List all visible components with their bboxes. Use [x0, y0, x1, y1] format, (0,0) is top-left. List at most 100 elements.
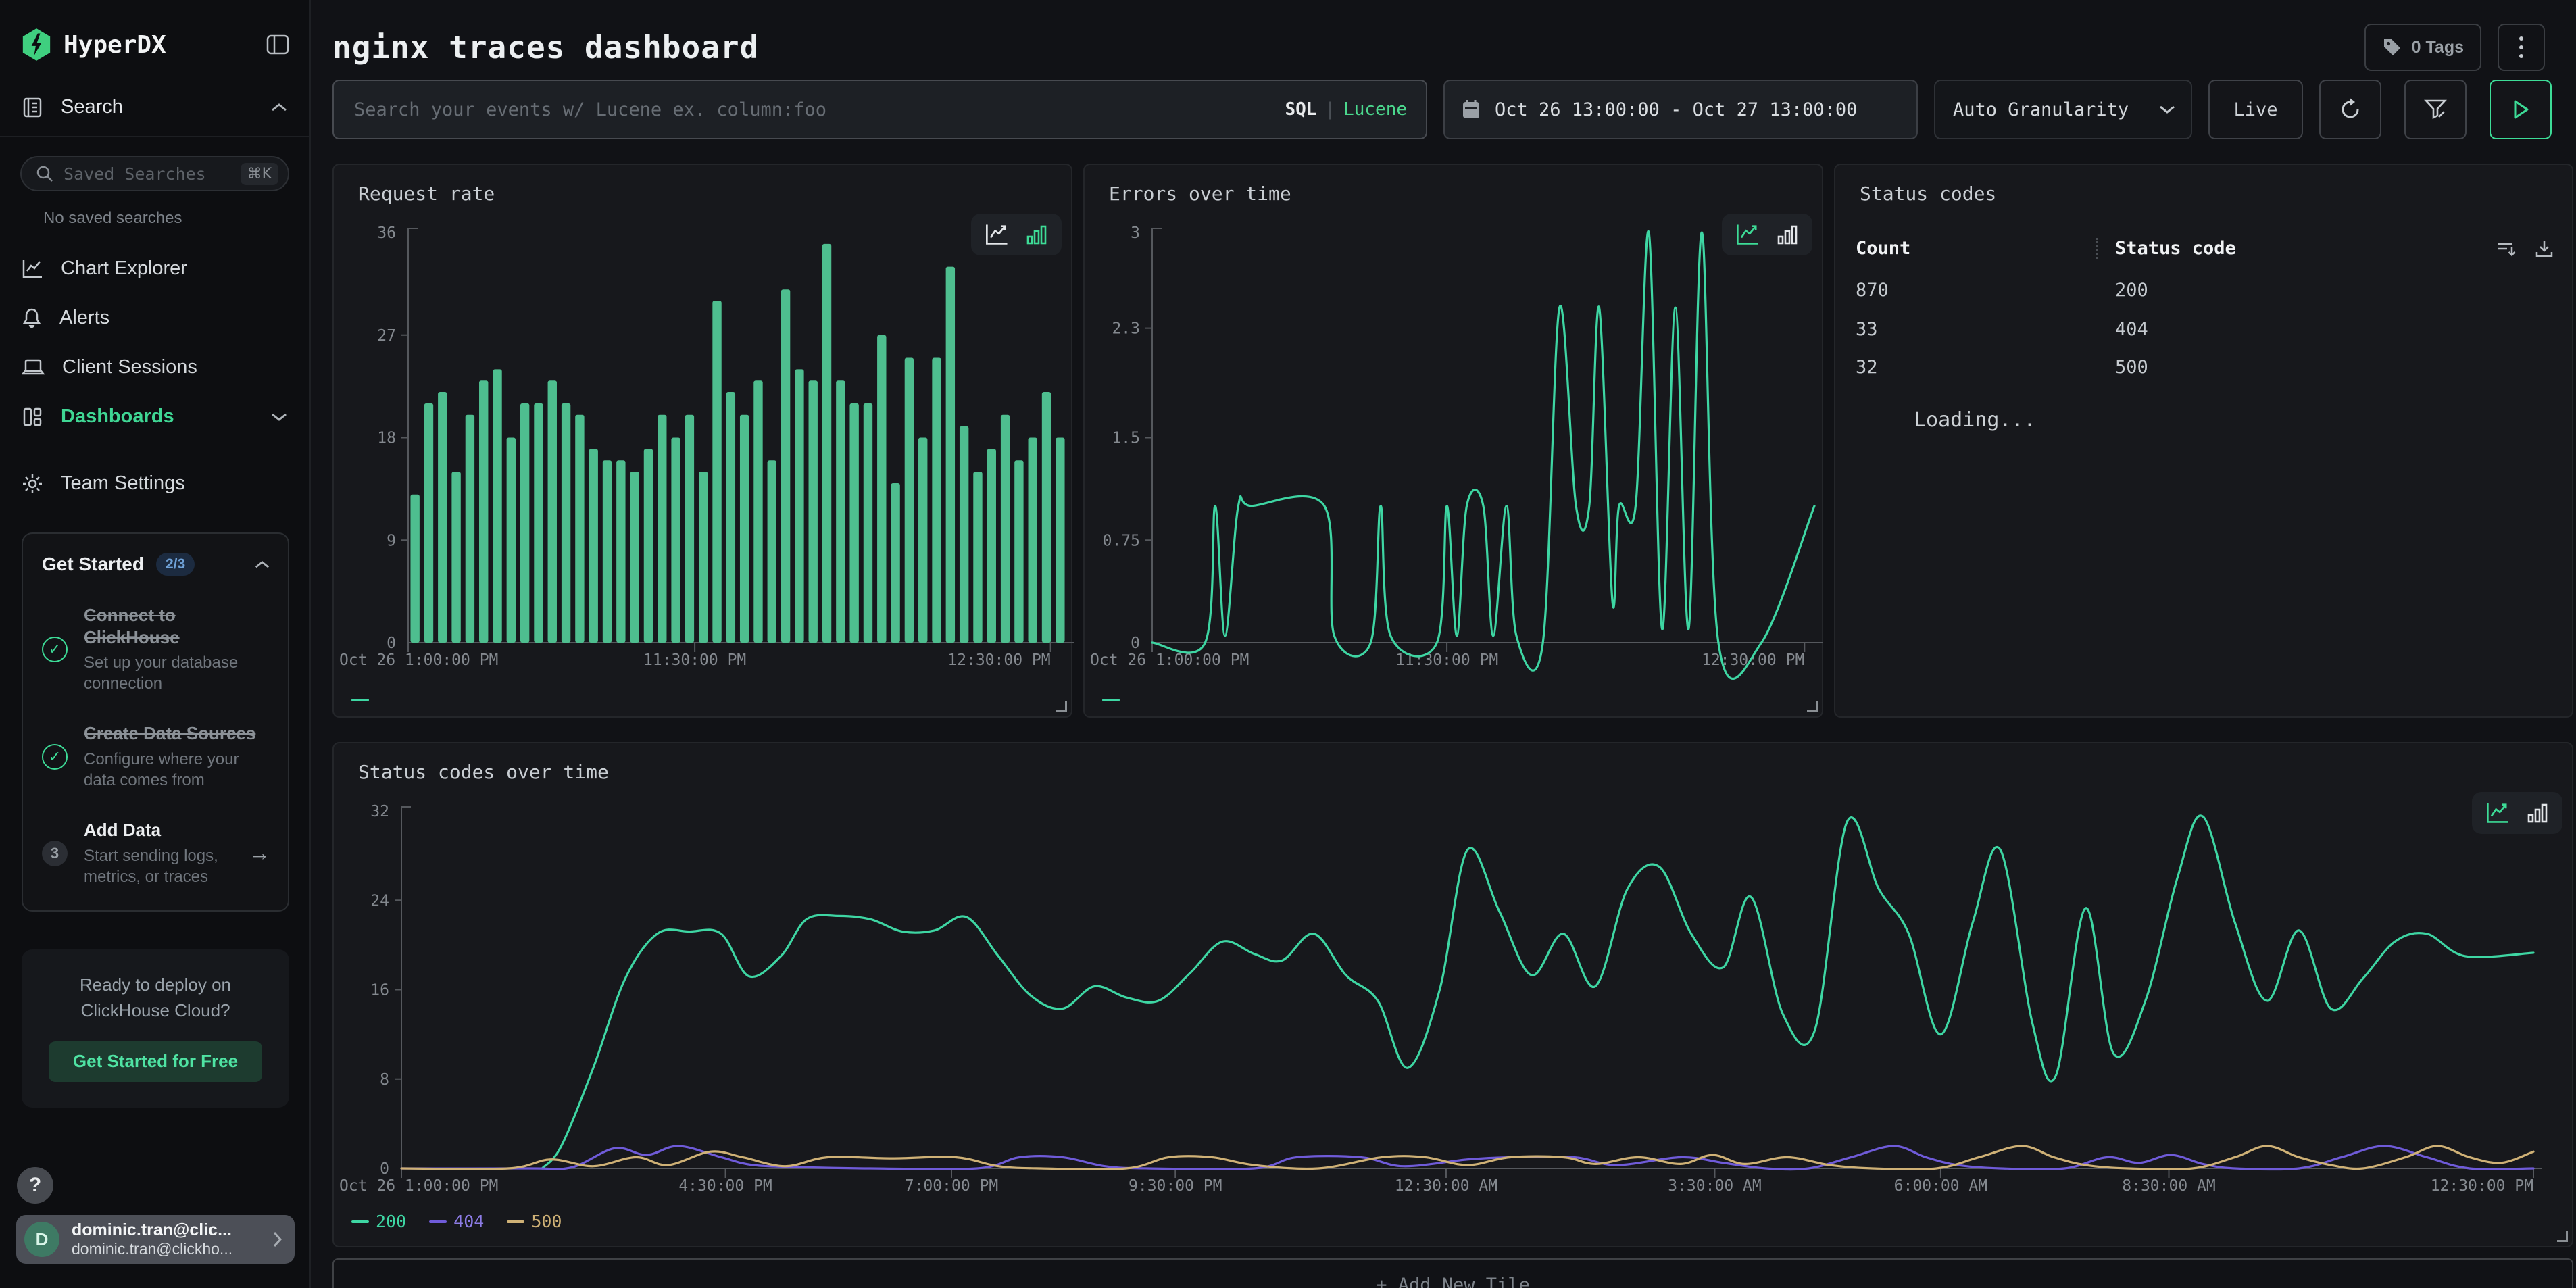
page-title: nginx traces dashboard — [332, 29, 759, 66]
step-add-data[interactable]: 3 Add Data Start sending logs, metrics, … — [42, 819, 270, 887]
sql-toggle[interactable]: SQL — [1285, 99, 1316, 120]
svg-text:16: 16 — [370, 982, 389, 999]
sidebar-item-team-settings[interactable]: Team Settings — [0, 459, 309, 508]
sidebar-item-alerts[interactable]: Alerts — [0, 293, 309, 343]
svg-text:3: 3 — [1131, 224, 1140, 242]
event-search-input[interactable]: Search your events w/ Lucene ex. column:… — [332, 80, 1427, 139]
saved-searches-input[interactable]: Saved Searches ⌘K — [20, 156, 289, 191]
status-codes-over-time-chart[interactable]: 08162432Oct 26 1:00:00 PM4:30:00 PM7:00:… — [334, 743, 2576, 1249]
sidebar-item-client-sessions[interactable]: Client Sessions — [0, 343, 309, 392]
app-root: HyperDX Search — [0, 0, 2576, 1288]
svg-text:2.3: 2.3 — [1112, 320, 1140, 338]
step-desc: Configure where your data comes from — [84, 749, 270, 791]
chart-type-toggle — [971, 214, 1062, 255]
cell-count: 32 — [1856, 357, 2096, 378]
granularity-select[interactable]: Auto Granularity — [1934, 80, 2192, 139]
sidebar-item-search[interactable]: Search — [0, 81, 309, 136]
shortcut-badge: ⌘K — [241, 163, 278, 185]
refresh-button[interactable] — [2319, 80, 2381, 139]
bar-chart-icon[interactable] — [2526, 801, 2549, 824]
svg-text:4:30:00 PM: 4:30:00 PM — [678, 1177, 772, 1195]
column-header-status-code[interactable]: Status code — [2096, 238, 2496, 259]
sidebar-collapse-button[interactable] — [266, 34, 289, 55]
svg-text:8:30:00 AM: 8:30:00 AM — [2122, 1177, 2215, 1195]
run-query-button[interactable] — [2490, 80, 2552, 139]
chart-type-toggle — [2472, 792, 2562, 834]
svg-text:27: 27 — [377, 327, 396, 345]
step-desc: Start sending logs, metrics, or traces — [84, 845, 243, 887]
tiles-row-1: Request rate 09182736Oct 26 1:00:00 PM11… — [332, 164, 2573, 718]
legend-dash — [351, 699, 369, 701]
tile-status-codes-over-time: Status codes over time 08162432Oct 26 1:… — [332, 742, 2573, 1247]
sidebar-divider — [0, 136, 309, 137]
chevron-up-icon[interactable] — [254, 560, 270, 570]
refresh-icon — [2338, 97, 2362, 122]
get-started-free-button[interactable]: Get Started for Free — [49, 1041, 262, 1082]
svg-text:Oct 26 1:00:00 PM: Oct 26 1:00:00 PM — [339, 1177, 498, 1195]
check-circle-icon: ✓ — [42, 744, 68, 770]
sidebar-search-label: Search — [61, 96, 270, 118]
help-button[interactable]: ? — [17, 1167, 53, 1204]
line-chart-icon[interactable] — [1735, 223, 1761, 246]
tile-request-rate: Request rate 09182736Oct 26 1:00:00 PM11… — [332, 164, 1072, 718]
table-row[interactable]: 870 200 — [1856, 280, 2554, 301]
tags-count-label: 0 Tags — [2412, 38, 2464, 57]
bar-chart-icon[interactable] — [1025, 223, 1048, 246]
add-new-tile-button[interactable]: + Add New Tile — [332, 1258, 2573, 1288]
download-icon[interactable] — [2534, 239, 2554, 259]
tags-button[interactable]: 0 Tags — [2364, 24, 2481, 71]
svg-text:0.75: 0.75 — [1103, 532, 1140, 549]
cell-status: 200 — [2096, 280, 2148, 301]
lucene-toggle[interactable]: Lucene — [1343, 99, 1407, 120]
cell-count: 870 — [1856, 280, 2096, 301]
search-journal-icon — [22, 97, 43, 118]
date-range-value: Oct 26 13:00:00 - Oct 27 13:00:00 — [1495, 99, 1857, 120]
step-create-data-sources[interactable]: ✓ Create Data Sources Configure where yo… — [42, 722, 270, 791]
sort-icon[interactable] — [2496, 239, 2517, 259]
bar-chart-icon[interactable] — [1776, 223, 1799, 246]
request-rate-chart[interactable]: 09182736Oct 26 1:00:00 PM11:30:00 PM12:3… — [334, 165, 1074, 719]
chart-legend: 200 404 500 — [351, 1212, 562, 1231]
user-account-chip[interactable]: D dominic.tran@clic... dominic.tran@clic… — [16, 1215, 295, 1264]
no-saved-searches-text: No saved searches — [0, 191, 309, 234]
filter-button[interactable] — [2404, 80, 2467, 139]
chart-legend — [351, 699, 369, 701]
dashboard-menu-button[interactable] — [2498, 24, 2545, 71]
table-row[interactable]: 32 500 — [1856, 357, 2554, 378]
line-chart-icon[interactable] — [2485, 801, 2511, 824]
svg-text:6:00:00 AM: 6:00:00 AM — [1894, 1177, 1987, 1195]
step-title: Create Data Sources — [84, 722, 270, 745]
chevron-up-icon — [270, 102, 288, 113]
magnifier-icon — [35, 164, 54, 183]
svg-text:32: 32 — [370, 803, 389, 820]
loading-indicator: Loading... — [1914, 408, 2036, 432]
tile-resize-handle[interactable] — [2557, 1231, 2568, 1242]
errors-chart[interactable]: 00.751.52.33Oct 26 1:00:00 PM11:30:00 PM… — [1085, 165, 1825, 719]
arrow-right-icon: → — [249, 841, 270, 866]
tile-resize-handle[interactable] — [1807, 701, 1818, 712]
nav-label: Chart Explorer — [61, 257, 288, 280]
svg-text:Oct 26 1:00:00 PM: Oct 26 1:00:00 PM — [339, 651, 498, 669]
cloud-card-line1: Ready to deploy on — [49, 972, 262, 998]
tile-errors-over-time: Errors over time 00.751.52.33Oct 26 1:00… — [1083, 164, 1823, 718]
table-row[interactable]: 33 404 — [1856, 319, 2554, 340]
step-desc: Set up your database connection — [84, 652, 270, 694]
play-icon — [2510, 99, 2531, 120]
search-placeholder: Search your events w/ Lucene ex. column:… — [354, 99, 1285, 120]
line-chart-icon[interactable] — [985, 223, 1010, 246]
tile-resize-handle[interactable] — [1056, 701, 1067, 712]
live-button[interactable]: Live — [2208, 80, 2303, 139]
sidebar-item-dashboards[interactable]: Dashboards — [0, 392, 309, 441]
svg-text:12:30:00 PM: 12:30:00 PM — [2431, 1177, 2533, 1195]
svg-text:12:30:00 AM: 12:30:00 AM — [1395, 1177, 1497, 1195]
column-header-count[interactable]: Count — [1856, 238, 2096, 259]
get-started-title: Get Started — [42, 553, 144, 575]
svg-text:18: 18 — [377, 430, 396, 447]
chevron-down-icon — [270, 412, 288, 422]
check-circle-icon: ✓ — [42, 637, 68, 662]
svg-text:8: 8 — [380, 1071, 389, 1089]
step-connect-clickhouse[interactable]: ✓ Connect to ClickHouse Set up your data… — [42, 604, 270, 694]
sidebar-item-chart-explorer[interactable]: Chart Explorer — [0, 244, 309, 293]
legend-dash — [1102, 699, 1120, 701]
date-range-picker[interactable]: Oct 26 13:00:00 - Oct 27 13:00:00 — [1443, 80, 1918, 139]
